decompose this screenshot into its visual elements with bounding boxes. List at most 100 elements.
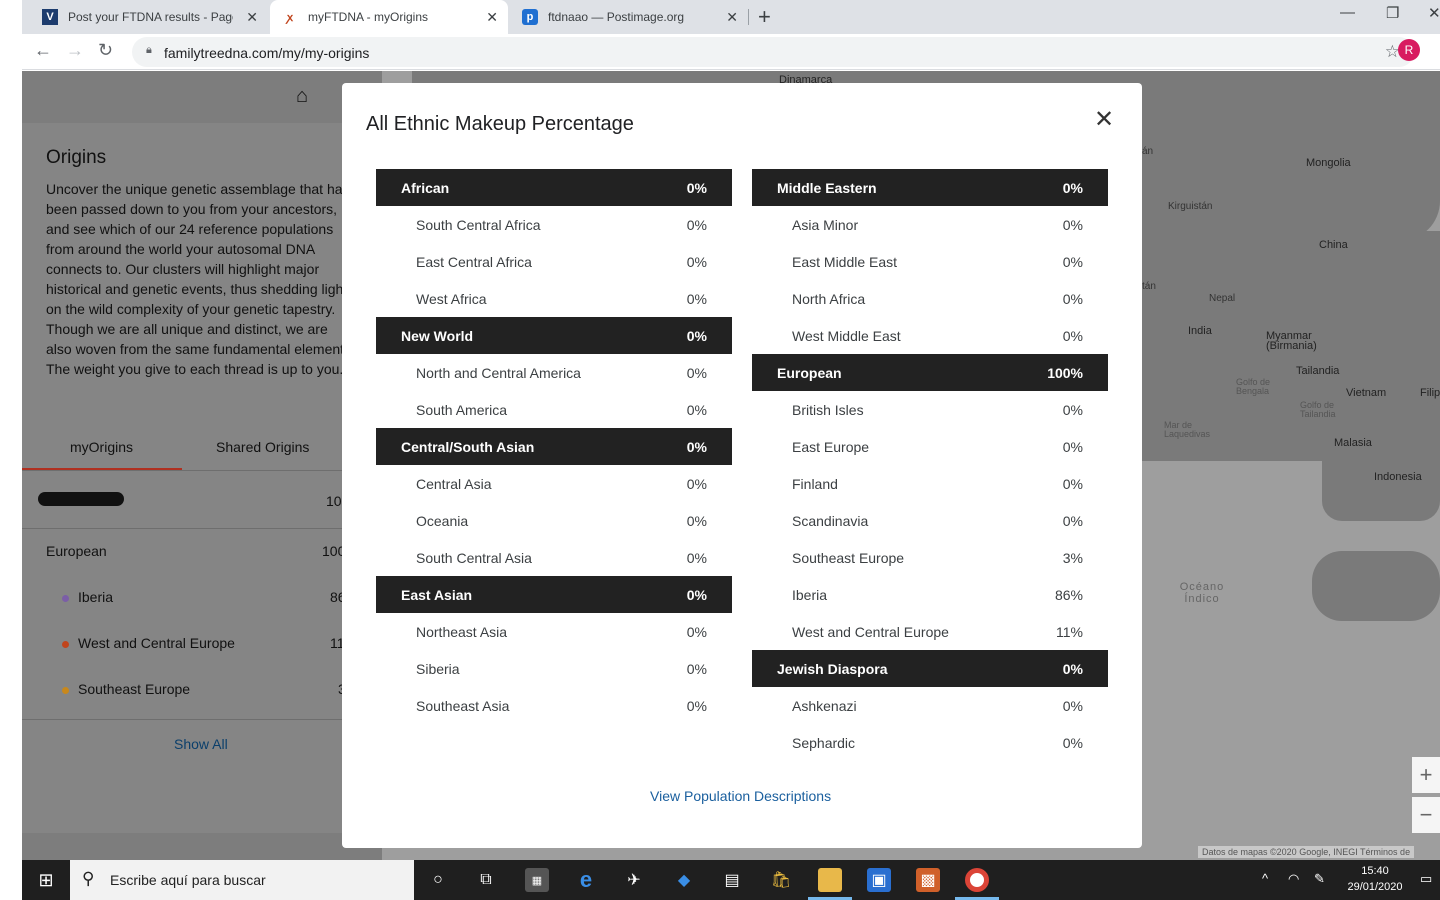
notifications-icon[interactable]: ▭ <box>1420 871 1432 887</box>
row-label: Iberia <box>78 589 114 605</box>
app-icon[interactable]: ✈ <box>622 868 646 892</box>
profile-avatar[interactable]: R <box>1398 39 1420 61</box>
population-value: 0% <box>1062 216 1083 233</box>
population-row: Southeast Asia 0% <box>376 687 732 724</box>
population-name: Finland <box>792 475 838 492</box>
windows-start-icon[interactable]: ⊞ <box>22 860 70 900</box>
map-label: Mar de Laquedivas <box>1164 420 1211 439</box>
map-label: India <box>1188 325 1212 337</box>
population-row: Iberia 86% <box>752 576 1108 613</box>
maximize-icon[interactable]: ❐ <box>1386 4 1399 22</box>
population-value: 11% <box>1056 623 1083 640</box>
taskbar-search[interactable]: ⚲ Escribe aquí para buscar <box>70 860 414 900</box>
population-name: Southeast Asia <box>416 697 510 714</box>
population-row: Southeast Europe 3% <box>752 539 1108 576</box>
view-population-descriptions-link[interactable]: View Population Descriptions <box>650 788 831 804</box>
minimize-icon[interactable]: — <box>1340 4 1355 21</box>
divider <box>22 470 382 471</box>
map-landmass <box>1312 551 1440 621</box>
map-label: tán <box>1142 281 1156 292</box>
map-landmass <box>1322 401 1440 521</box>
group-name: African <box>401 179 450 196</box>
cortana-icon[interactable]: ○ <box>426 868 450 892</box>
new-tab-icon[interactable]: + <box>758 4 771 30</box>
row-label: Southeast Europe <box>78 681 191 697</box>
map-label: Malasia <box>1334 437 1372 449</box>
file-explorer-icon[interactable] <box>818 868 842 892</box>
chrome-icon[interactable] <box>965 868 989 892</box>
population-value: 0% <box>686 623 707 640</box>
population-value: 0% <box>1062 475 1083 492</box>
population-value: 0% <box>686 216 707 233</box>
edge-icon[interactable]: e <box>574 867 598 892</box>
population-name: West and Central Europe <box>792 623 949 640</box>
tab-shared-origins[interactable]: Shared Origins <box>216 439 309 455</box>
menu-icon[interactable]: ⋮ <box>1434 40 1440 60</box>
population-row: East Middle East 0% <box>752 243 1108 280</box>
app-icon[interactable]: ▦ <box>525 868 549 892</box>
back-icon[interactable]: ← <box>34 40 52 61</box>
group-header: Jewish Diaspora 0% <box>752 650 1108 687</box>
show-all-link[interactable]: Show All <box>174 736 228 752</box>
population-value: 0% <box>686 549 707 566</box>
group-name: Jewish Diaspora <box>777 660 888 677</box>
tab-separator <box>748 9 749 25</box>
app-icon[interactable]: ◆ <box>672 868 696 892</box>
population-row: Sephardic 0% <box>752 724 1108 761</box>
tab-myorigins[interactable]: ꭗ myFTDNA - myOrigins ✕ <box>270 0 508 34</box>
population-name: South Central Asia <box>416 549 532 566</box>
tab-forum[interactable]: V Post your FTDNA results - Page 2 ✕ <box>30 0 268 34</box>
row-value: 10 <box>326 493 342 509</box>
map-label: Kirguistán <box>1168 201 1213 212</box>
search-icon: ⚲ <box>82 869 95 888</box>
west-central-europe-dot-icon <box>62 640 69 648</box>
vbulletin-icon: V <box>42 9 58 25</box>
calculator-icon[interactable]: ▤ <box>720 868 744 892</box>
clock[interactable]: 15:40 29/01/2020 <box>1340 863 1410 895</box>
group-header: East Asian 0% <box>376 576 732 613</box>
map-label: Vietnam <box>1346 387 1387 399</box>
tab-postimage[interactable]: p ftdnaao — Postimage.org ✕ <box>510 0 748 34</box>
tab-myorigins[interactable]: myOrigins <box>70 439 133 455</box>
right-column: Middle Eastern 0% Asia Minor 0% East Middle … <box>752 169 1108 761</box>
zoom-out-button[interactable]: − <box>1412 797 1440 833</box>
population-name: Ashkenazi <box>792 697 857 714</box>
chevron-up-icon[interactable]: ^ <box>1262 871 1268 886</box>
origins-card: Origins Uncover the unique genetic assem… <box>22 123 382 833</box>
close-tab-icon[interactable]: ✕ <box>486 9 498 26</box>
group-header: African 0% <box>376 169 732 206</box>
forward-icon[interactable]: → <box>66 40 84 61</box>
close-tab-icon[interactable]: ✕ <box>246 9 258 26</box>
reload-icon[interactable]: ↻ <box>98 40 113 61</box>
address-bar[interactable]: 🔒︎ familytreedna.com/my/my-origins ☆ <box>132 37 1414 67</box>
app-icon[interactable]: ▣ <box>867 868 891 892</box>
wifi-icon[interactable]: ◠ <box>1288 871 1299 887</box>
pen-icon[interactable]: ✎ <box>1314 871 1325 887</box>
window-close-icon[interactable]: ✕ <box>1428 4 1440 22</box>
redacted-name <box>38 492 124 506</box>
close-icon[interactable]: ✕ <box>1094 105 1114 134</box>
task-view-icon[interactable]: ⧉ <box>474 868 498 892</box>
row-label: European <box>46 543 107 559</box>
zoom-in-button[interactable]: + <box>1412 757 1440 793</box>
list-item[interactable]: Southeast Europe <box>62 681 190 697</box>
population-value: 0% <box>686 401 707 418</box>
population-row: North and Central America 0% <box>376 354 732 391</box>
group-name: Middle Eastern <box>777 179 877 196</box>
list-item[interactable]: Iberia <box>62 589 113 605</box>
population-value: 0% <box>686 290 707 307</box>
group-name: East Asian <box>401 586 473 603</box>
home-icon[interactable]: ⌂ <box>296 85 308 108</box>
close-tab-icon[interactable]: ✕ <box>726 9 738 26</box>
store-icon[interactable]: 🛍︎ <box>769 868 793 892</box>
left-edge <box>0 0 22 900</box>
population-name: Asia Minor <box>792 216 859 233</box>
population-row: East Central Africa 0% <box>376 243 732 280</box>
list-item[interactable]: West and Central Europe <box>62 635 235 651</box>
map-label: China <box>1319 239 1348 251</box>
population-name: Siberia <box>416 660 460 677</box>
population-value: 0% <box>686 253 707 270</box>
population-row: Asia Minor 0% <box>752 206 1108 243</box>
app-icon[interactable]: ▩ <box>916 868 940 892</box>
population-row: South Central Asia 0% <box>376 539 732 576</box>
